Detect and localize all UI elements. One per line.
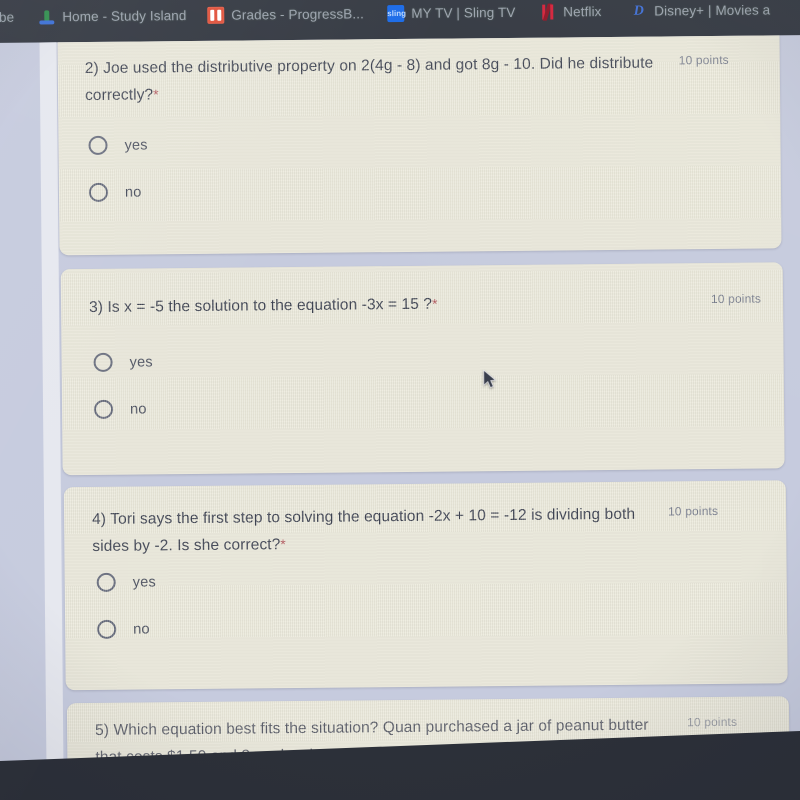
required-marker: * xyxy=(280,536,287,553)
bookmark-label: ouTube xyxy=(0,9,15,25)
radio-button[interactable] xyxy=(96,572,116,592)
option-q3-no[interactable]: no xyxy=(93,399,147,419)
option-label: yes xyxy=(129,353,153,371)
option-label: yes xyxy=(124,136,148,154)
bookmark-youtube[interactable]: ouTube xyxy=(0,6,14,28)
question-header: 4) Tori says the first step to solving t… xyxy=(92,500,764,560)
question-card-3[interactable]: 3) Is x = -5 the solution to the equatio… xyxy=(60,262,785,476)
option-q3-yes[interactable]: yes xyxy=(93,352,153,372)
option-q4-no[interactable]: no xyxy=(97,619,150,639)
question-header: 2) Joe used the distributive property on… xyxy=(85,49,757,109)
bookmark-netflix[interactable]: Netflix xyxy=(539,0,602,23)
radio-button[interactable] xyxy=(88,182,109,202)
points-label: 10 points xyxy=(678,52,729,68)
mouse-cursor-icon xyxy=(483,369,497,389)
points-label: 10 points xyxy=(667,503,719,519)
progressbook-icon xyxy=(207,6,225,24)
bookmark-label: Disney+ | Movies a xyxy=(654,1,771,19)
bookmark-study-island[interactable]: Home - Study Island xyxy=(38,4,186,27)
radio-button[interactable] xyxy=(88,135,108,155)
option-label: no xyxy=(124,183,142,201)
question-card-2[interactable]: 2) Joe used the distributive property on… xyxy=(57,35,782,256)
bookmark-label: MY TV | Sling TV xyxy=(411,4,516,21)
bookmark-disney-plus[interactable]: D Disney+ | Movies a xyxy=(630,0,771,22)
radio-button[interactable] xyxy=(93,352,113,372)
question-text: 2) Joe used the distributive property on… xyxy=(84,54,654,105)
option-q2-no[interactable]: no xyxy=(88,182,142,202)
photo-of-screen: ouTube Home - Study Island Grades - Prog… xyxy=(0,0,800,800)
option-label: no xyxy=(133,620,150,638)
bookmark-label: Home - Study Island xyxy=(62,7,187,24)
radio-button[interactable] xyxy=(97,619,117,639)
bookmark-label: Grades - ProgressB... xyxy=(231,5,364,23)
bookmark-grades-progressbook[interactable]: Grades - ProgressB... xyxy=(207,2,364,26)
option-label: no xyxy=(129,400,147,418)
option-q2-yes[interactable]: yes xyxy=(88,135,148,155)
points-label: 10 points xyxy=(710,291,762,307)
option-label: yes xyxy=(132,573,156,591)
netflix-icon xyxy=(539,3,556,21)
required-marker: * xyxy=(153,86,159,103)
radio-button[interactable] xyxy=(93,399,114,419)
sling-tv-icon: sling xyxy=(387,4,406,22)
question-header: 3) Is x = -5 the solution to the equatio… xyxy=(89,288,761,321)
required-marker: * xyxy=(431,295,438,312)
question-text: 4) Tori says the first step to solving t… xyxy=(92,505,636,555)
bookmark-label: Netflix xyxy=(563,3,602,19)
question-card-4[interactable]: 4) Tori says the first step to solving t… xyxy=(63,480,788,691)
option-q4-yes[interactable]: yes xyxy=(96,572,156,592)
bookmark-sling-tv[interactable]: sling MY TV | Sling TV xyxy=(387,1,515,24)
screen-content: ouTube Home - Study Island Grades - Prog… xyxy=(0,0,800,800)
points-label: 10 points xyxy=(687,714,738,730)
palm-tree-icon xyxy=(38,8,55,25)
disney-plus-icon: D xyxy=(633,3,644,19)
question-text: 3) Is x = -5 the solution to the equatio… xyxy=(88,295,438,316)
